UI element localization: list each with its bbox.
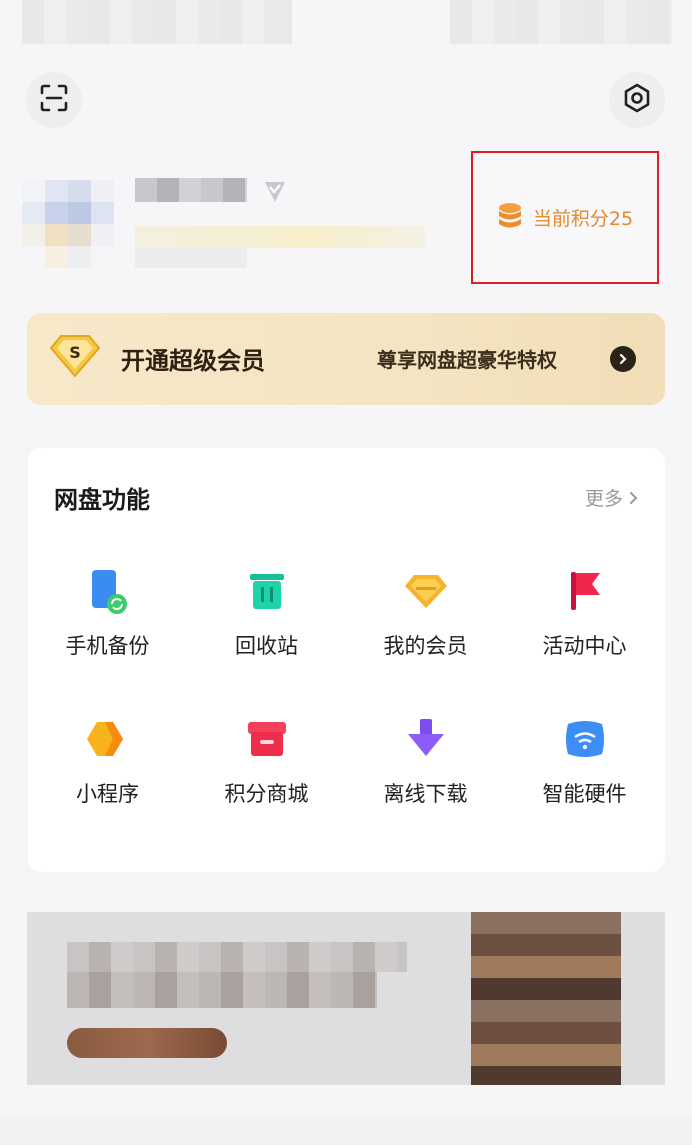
fn-my-membership[interactable]: 我的会员: [346, 566, 505, 660]
settings-icon: [621, 82, 653, 118]
fn-label: 智能硬件: [542, 782, 627, 806]
promo-banner[interactable]: [27, 912, 665, 1085]
promo-text-blur-2: [67, 972, 377, 1008]
smart-hardware-icon: [560, 714, 610, 764]
trash-bin-icon: [242, 566, 292, 616]
functions-card: 网盘功能 更多 手机备份 回收站 我的会员 活动中心 小程序 积分商城 离线下载…: [28, 448, 665, 872]
functions-grid: 手机备份 回收站 我的会员 活动中心 小程序 积分商城 离线下载 智能硬件: [28, 566, 665, 808]
vip-check-icon: [262, 178, 288, 204]
mini-program-icon: [83, 714, 133, 764]
vip-banner[interactable]: S 开通超级会员 尊享网盘超豪华特权: [27, 313, 665, 405]
bottom-blur: [0, 1115, 692, 1145]
more-link[interactable]: 更多: [585, 484, 639, 511]
download-arrow-icon: [401, 714, 451, 764]
fn-points-mall[interactable]: 积分商城: [187, 714, 346, 808]
vip-diamond-icon: S: [49, 333, 101, 383]
user-info-blur: [135, 226, 425, 248]
fn-label: 我的会员: [383, 634, 468, 658]
fn-activity-center[interactable]: 活动中心: [505, 566, 664, 660]
promo-image-blur: [471, 912, 621, 1085]
scan-icon: [39, 83, 69, 117]
vip-title: 开通超级会员: [121, 347, 265, 375]
user-info-blur-2: [135, 248, 247, 268]
fn-label: 积分商城: [224, 782, 309, 806]
fn-smart-hardware[interactable]: 智能硬件: [505, 714, 664, 808]
diamond-icon: [401, 566, 451, 616]
vip-badge-letter: S: [69, 343, 81, 362]
username-blur: [135, 178, 247, 202]
fn-label: 回收站: [235, 634, 298, 658]
fn-mini-program[interactable]: 小程序: [28, 714, 187, 808]
points-label: 当前积分25: [532, 208, 634, 230]
settings-button[interactable]: [609, 72, 665, 128]
flag-icon: [560, 566, 610, 616]
chevron-right-icon[interactable]: [610, 346, 636, 372]
avatar[interactable]: [22, 180, 114, 268]
fn-offline-download[interactable]: 离线下载: [346, 714, 505, 808]
vip-subtitle: 尊享网盘超豪华特权: [377, 348, 557, 372]
status-bar-blur-right: [450, 0, 672, 44]
status-bar-blur-left: [22, 0, 292, 44]
fn-label: 离线下载: [383, 782, 468, 806]
phone-backup-icon: [83, 566, 133, 616]
points-box[interactable]: 当前积分25: [471, 151, 659, 284]
fn-label: 小程序: [76, 782, 139, 806]
chevron-right-icon: [630, 491, 638, 504]
fn-recycle-bin[interactable]: 回收站: [187, 566, 346, 660]
shop-icon: [242, 714, 292, 764]
coin-stack-icon: [497, 201, 523, 235]
fn-label: 活动中心: [542, 634, 627, 658]
more-label: 更多: [584, 488, 623, 510]
promo-button-blur: [67, 1028, 227, 1058]
fn-label: 手机备份: [65, 634, 150, 658]
promo-text-blur: [67, 942, 407, 972]
fn-phone-backup[interactable]: 手机备份: [28, 566, 187, 660]
functions-title: 网盘功能: [54, 486, 150, 514]
scan-button[interactable]: [26, 72, 82, 128]
